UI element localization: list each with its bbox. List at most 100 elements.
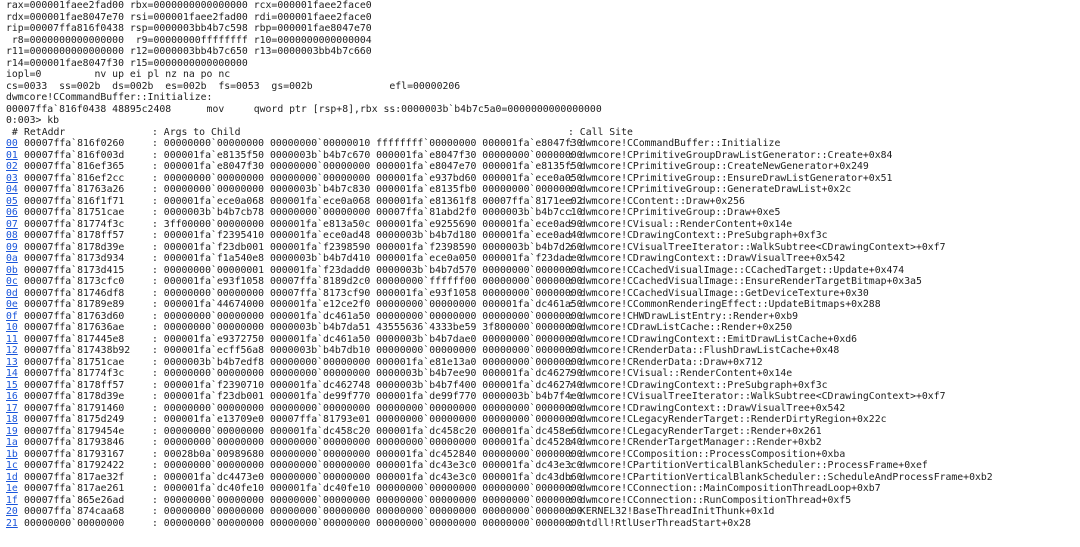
args-cell: : 00000000`00000000 00000000`00000000 00… [152, 172, 583, 184]
frame-number-cell: 17 [6, 403, 24, 415]
ret-addr-cell: 00007ffa`8178d39e [24, 391, 125, 402]
register-line: r11=0000000000000000 r12=0000003bb4b7c65… [6, 46, 372, 57]
stack-frame-row: 1e 00007ffa`817ae261: 000001fa`dc40fe10 0… [6, 483, 1080, 495]
frame-number-link[interactable]: 03 [6, 173, 18, 184]
args-cell: : 00000000`00000000 00007ffa`8173cf90 00… [152, 287, 583, 299]
frame-number-cell: 03 [6, 173, 24, 185]
frame-number-link[interactable]: 07 [6, 219, 18, 230]
ret-addr-cell: 00007ffa`817438b92 [24, 345, 131, 356]
frame-number-cell: 0f [6, 311, 24, 323]
args-cell: : 00000000`00000000 00000000`00000000 00… [152, 368, 583, 379]
stack-frame-row: 0a 00007ffa`8173d934: 000001fa`f1a540e8 0… [6, 253, 1080, 265]
ret-addr-cell: 00007ffa`8173d415 [24, 264, 125, 276]
frame-number-cell: 08 [6, 230, 24, 242]
frame-number-link[interactable]: 02 [6, 161, 18, 172]
frame-number-link[interactable]: 00 [6, 138, 18, 149]
stack-frame-row: 0c 00007ffa`8173cfc0: 000001fa`e93f1058 0… [6, 276, 1080, 288]
stack-frame-row: 03 00007ffa`816ef2cc : 00000000`00000000 0… [6, 173, 1080, 185]
call-site-cell: : ntdll!RtlUserThreadStart+0x28 [568, 517, 751, 529]
frame-number-link[interactable]: 11 [6, 334, 18, 345]
ret-addr-cell: 00007ffa`81793846 [24, 437, 125, 448]
frame-number-cell: 09 [6, 242, 24, 254]
frame-number-link[interactable]: 1f [6, 495, 18, 506]
args-cell: : 000001fa`f1a540e8 0000003b`b4b7d410 00… [152, 253, 583, 264]
frame-number-link[interactable]: 1c [6, 460, 18, 471]
frame-number-cell: 07 [6, 219, 24, 231]
ret-addr-cell: 00007ffa`816ef2cc [24, 172, 125, 184]
ret-addr-cell: 00007ffa`81763a26 [24, 184, 125, 195]
stack-frame-row: 20 00007ffa`874caa68: 00000000`00000000 0… [6, 506, 1080, 518]
frame-number-link[interactable]: 10 [6, 322, 18, 333]
call-site-cell: : dwmcore!CConnection::MainCompositionTh… [568, 483, 881, 494]
frame-number-link[interactable]: 1a [6, 437, 18, 448]
args-cell: : 0000003b`b4b7cb78 00000000`00000000 00… [152, 207, 583, 218]
frame-number-link[interactable]: 08 [6, 230, 18, 241]
frame-number-link[interactable]: 1e [6, 483, 18, 494]
frame-number-link[interactable]: 1b [6, 449, 18, 460]
frame-number-link[interactable]: 05 [6, 196, 18, 207]
call-site-cell: : dwmcore!CPartitionVerticalBlankSchedul… [568, 460, 928, 471]
stack-frame-row: 13 00007ffa`81751cae: 0000003b`b4b7edf8 0… [6, 357, 1080, 369]
frame-number-link[interactable]: 14 [6, 368, 18, 379]
frame-number-link[interactable]: 0b [6, 265, 18, 276]
frame-number-link[interactable]: 21 [6, 518, 18, 529]
args-cell: : 000001fa`e13709e0 00007ffa`81793e01 00… [152, 414, 583, 425]
ret-addr-cell: 00007ffa`865e26ad [24, 494, 125, 506]
frame-number-link[interactable]: 06 [6, 207, 18, 218]
call-site-cell: : dwmcore!CPrimitiveGroupDrawListGenerat… [568, 149, 893, 161]
frame-number-cell: 1a [6, 437, 24, 449]
call-site-cell: : KERNEL32!BaseThreadInitThunk+0x1d [568, 506, 775, 517]
frame-number-cell: 05 [6, 196, 24, 208]
args-cell: : 000001fa`f23db001 000001fa`de99f770 00… [152, 391, 583, 402]
stack-frame-row: 16 00007ffa`8178d39e : 000001fa`f23db001 0… [6, 391, 1080, 403]
frame-number-link[interactable]: 0f [6, 311, 18, 322]
stack-frame-row: 09 00007ffa`8178d39e: 000001fa`f23db001 0… [6, 242, 1080, 254]
frame-number-link[interactable]: 0c [6, 276, 18, 287]
stack-frame-row: 04 00007ffa`81763a26: 00000000`00000000 0… [6, 184, 1080, 196]
frame-number-link[interactable]: 1d [6, 472, 18, 483]
args-cell: : 00000000`00000001 000001fa`f23dadd0 00… [152, 264, 583, 276]
stack-frame-row: 0f 00007ffa`81763d60: 00000000`00000000 0… [6, 311, 1080, 323]
args-cell: : 00000000`00000000 00000000`00000000 00… [152, 517, 583, 529]
ret-addr-cell: 00007ffa`8179454e [24, 425, 125, 437]
frame-number-link[interactable]: 20 [6, 506, 18, 517]
call-site-header: : Call Site [568, 126, 633, 138]
frame-number-link[interactable]: 0a [6, 253, 18, 264]
args-cell: : 00000000`00000000 00000000`00000000 00… [152, 437, 583, 448]
frame-number-cell: 1f [6, 495, 24, 507]
register-line: rdx=000001fae8047e70 rsi=000001faee2fad0… [6, 11, 372, 23]
register-line: cs=0033 ss=002b ds=002b es=002b fs=0053 … [6, 80, 461, 92]
ret-addr-cell: 00007ffa`816ef365 [24, 161, 125, 172]
stack-frame-row: 05 00007ffa`816f1f71: 000001fa`ece0a068 0… [6, 196, 1080, 208]
frame-number-link[interactable]: 01 [6, 150, 18, 161]
stack-frame-row: 07 00007ffa`81774f3c: 3ff00000`00000000 0… [6, 219, 1080, 231]
frame-number-link[interactable]: 18 [6, 414, 18, 425]
stack-frame-row: 1c 00007ffa`81792422: 00000000`00000000 0… [6, 460, 1080, 472]
stack-frame-row: 1b 00007ffa`81793167: 00028b0a`00989680 0… [6, 449, 1080, 461]
frame-number-cell: 1e [6, 483, 24, 495]
ret-addr-cell: 00007ffa`81751cae [24, 207, 125, 218]
frame-number-link[interactable]: 12 [6, 345, 18, 356]
frame-number-cell: 02 [6, 161, 24, 173]
frame-number-link[interactable]: 09 [6, 242, 18, 253]
ret-addr-cell: 00007ffa`8173cfc0 [24, 276, 125, 287]
call-site-cell: : dwmcore!CVisualTreeIterator::WalkSubtr… [568, 241, 946, 253]
frame-number-link[interactable]: 16 [6, 391, 18, 402]
frame-number-cell: 1c [6, 460, 24, 472]
stack-frame-row: 0d 00007ffa`81746df8: 00000000`00000000 0… [6, 288, 1080, 300]
call-site-cell: : dwmcore!CDrawingContext::DrawVisualTre… [568, 253, 846, 264]
frame-number-link[interactable]: 04 [6, 184, 18, 195]
stack-frame-row: 08 00007ffa`8178ff57: 000001fa`f2395410 0… [6, 230, 1080, 242]
frame-number-link[interactable]: 19 [6, 426, 18, 437]
frame-number-link[interactable]: 13 [6, 357, 18, 368]
frame-number-link[interactable]: 0d [6, 288, 18, 299]
frame-number-link[interactable]: 0e [6, 299, 18, 310]
stack-frame-row: 15 00007ffa`8178ff57: 000001fa`f2390710 0… [6, 380, 1080, 392]
frame-number-link[interactable]: 17 [6, 403, 18, 414]
ret-addr-cell: 00007ffa`8178ff57 [24, 379, 125, 391]
frame-number-cell: 20 [6, 506, 24, 518]
frame-number-link[interactable]: 15 [6, 380, 18, 391]
ret-addr-cell: 00007ffa`817636ae [24, 322, 125, 333]
register-line: iopl=0 nv up ei pl nz na po nc [6, 69, 231, 80]
args-cell: : 00028b0a`00989680 00000000`00000000 00… [152, 448, 583, 460]
